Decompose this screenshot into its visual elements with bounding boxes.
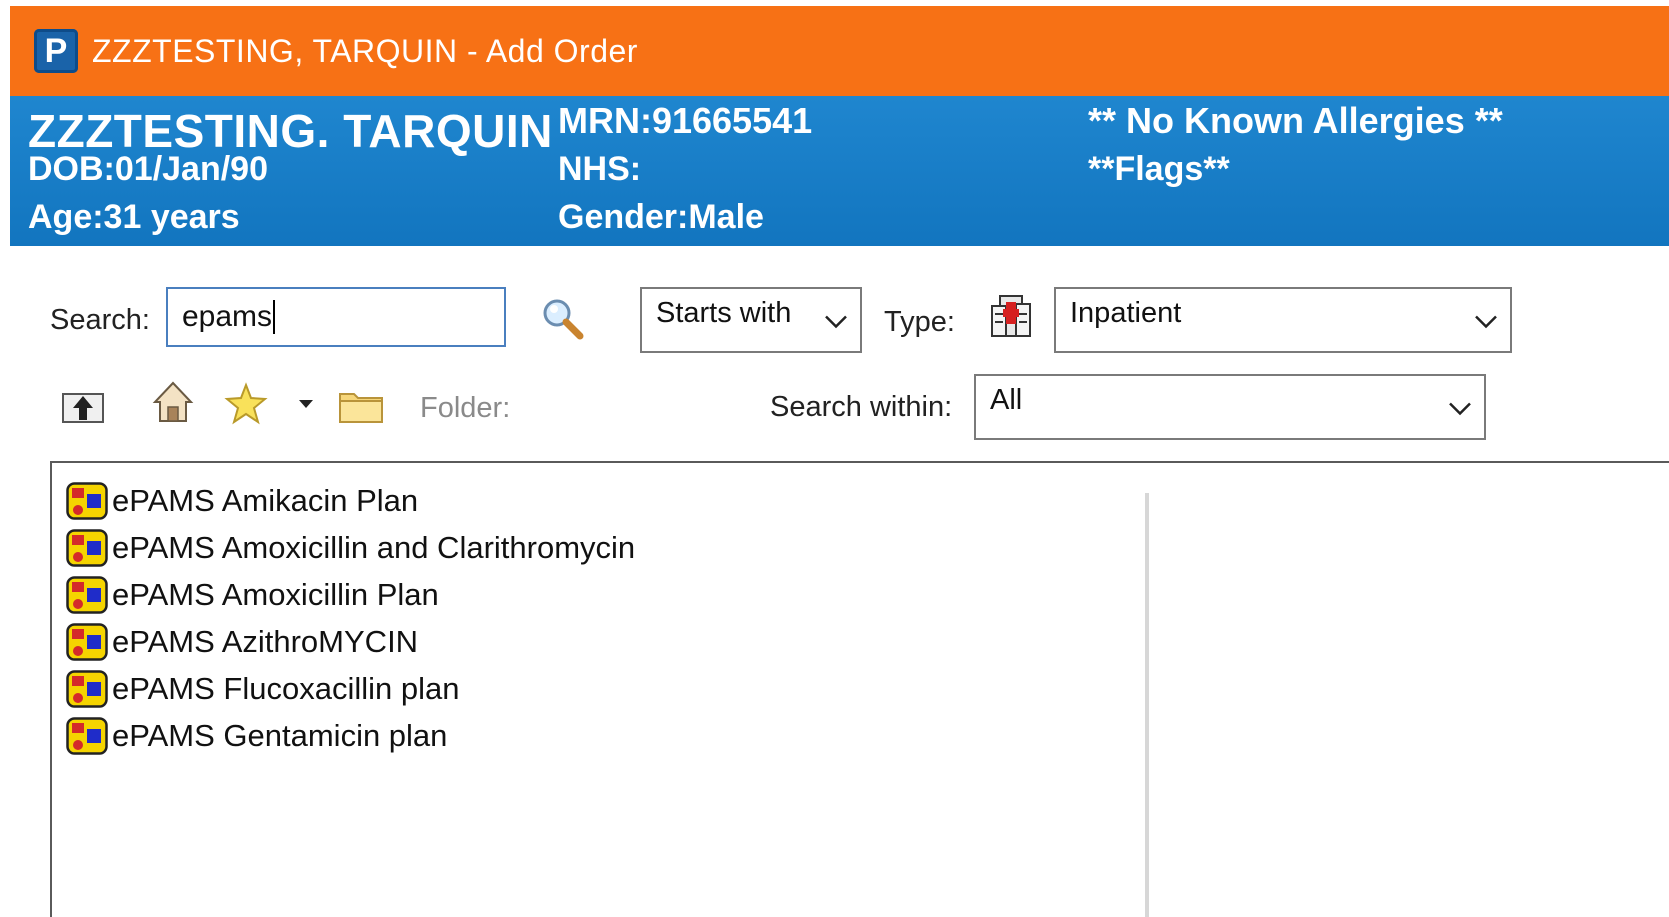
powerplan-icon bbox=[66, 528, 108, 567]
list-item[interactable]: ePAMS AzithroMYCIN bbox=[66, 618, 635, 665]
patient-mrn: MRN:91665541 bbox=[558, 100, 813, 141]
add-order-window: P ZZZTESTING, TARQUIN - Add Order ZZZTES… bbox=[10, 6, 1669, 917]
list-item[interactable]: ePAMS Amoxicillin Plan bbox=[66, 571, 635, 618]
results-list: ePAMS Amikacin Plan ePAMS Amoxicillin an… bbox=[66, 477, 635, 759]
patient-flags[interactable]: **Flags** bbox=[1088, 150, 1230, 189]
patient-nhs: NHS: bbox=[558, 150, 642, 188]
chevron-down-icon bbox=[824, 304, 848, 337]
powerplan-icon bbox=[66, 669, 108, 708]
search-icon[interactable] bbox=[540, 296, 586, 347]
panel-splitter[interactable] bbox=[1145, 493, 1149, 917]
list-item[interactable]: ePAMS Amikacin Plan bbox=[66, 477, 635, 524]
search-mode-dropdown[interactable]: Starts with bbox=[640, 287, 862, 353]
text-caret bbox=[273, 300, 276, 334]
search-mode-value: Starts with bbox=[656, 297, 792, 329]
folder-label: Folder: bbox=[420, 392, 511, 424]
result-label: ePAMS Flucoxacillin plan bbox=[112, 670, 460, 706]
title-bar: P ZZZTESTING, TARQUIN - Add Order bbox=[10, 6, 1669, 96]
list-item[interactable]: ePAMS Gentamicin plan bbox=[66, 712, 635, 759]
type-label: Type: bbox=[884, 306, 955, 338]
app-icon: P bbox=[34, 29, 78, 73]
search-input[interactable]: epams bbox=[166, 287, 506, 347]
powerplan-icon bbox=[66, 575, 108, 614]
allergy-status[interactable]: ** No Known Allergies ** bbox=[1088, 100, 1503, 142]
chevron-down-icon bbox=[1448, 391, 1472, 424]
result-label: ePAMS Amoxicillin Plan bbox=[112, 576, 439, 612]
search-input-value: epams bbox=[182, 300, 273, 333]
results-panel: ePAMS Amikacin Plan ePAMS Amoxicillin an… bbox=[50, 461, 1669, 917]
powerplan-icon bbox=[66, 481, 108, 520]
list-item[interactable]: ePAMS Flucoxacillin plan bbox=[66, 665, 635, 712]
window-title: ZZZTESTING, TARQUIN - Add Order bbox=[92, 32, 638, 69]
search-within-dropdown[interactable]: All bbox=[974, 374, 1486, 440]
favorites-star-icon[interactable] bbox=[224, 382, 268, 431]
order-type-value: Inpatient bbox=[1070, 297, 1182, 329]
list-item[interactable]: ePAMS Amoxicillin and Clarithromycin bbox=[66, 524, 635, 571]
result-label: ePAMS Amikacin Plan bbox=[112, 482, 419, 518]
patient-age: Age:31 years bbox=[28, 198, 240, 236]
order-type-dropdown[interactable]: Inpatient bbox=[1054, 287, 1512, 353]
search-within-value: All bbox=[990, 384, 1023, 416]
result-label: ePAMS Amoxicillin and Clarithromycin bbox=[112, 529, 636, 565]
patient-dob: DOB:01/Jan/90 bbox=[28, 150, 268, 188]
order-type-icon[interactable] bbox=[986, 292, 1036, 347]
chevron-down-icon bbox=[1474, 304, 1498, 337]
home-icon[interactable] bbox=[152, 380, 194, 429]
powerplan-icon bbox=[66, 716, 108, 755]
result-label: ePAMS AzithroMYCIN bbox=[112, 623, 419, 659]
powerplan-icon bbox=[66, 622, 108, 661]
patient-gender: Gender:Male bbox=[558, 198, 764, 236]
result-label: ePAMS Gentamicin plan bbox=[112, 717, 448, 753]
search-within-label: Search within: bbox=[770, 391, 953, 423]
favorites-dropdown-arrow-icon[interactable] bbox=[298, 396, 314, 414]
search-label: Search: bbox=[50, 304, 150, 336]
folder-icon[interactable] bbox=[338, 388, 384, 429]
patient-banner: ZZZTESTING. TARQUIN DOB:01/Jan/90 Age:31… bbox=[10, 96, 1669, 246]
folder-up-icon[interactable] bbox=[60, 386, 106, 431]
